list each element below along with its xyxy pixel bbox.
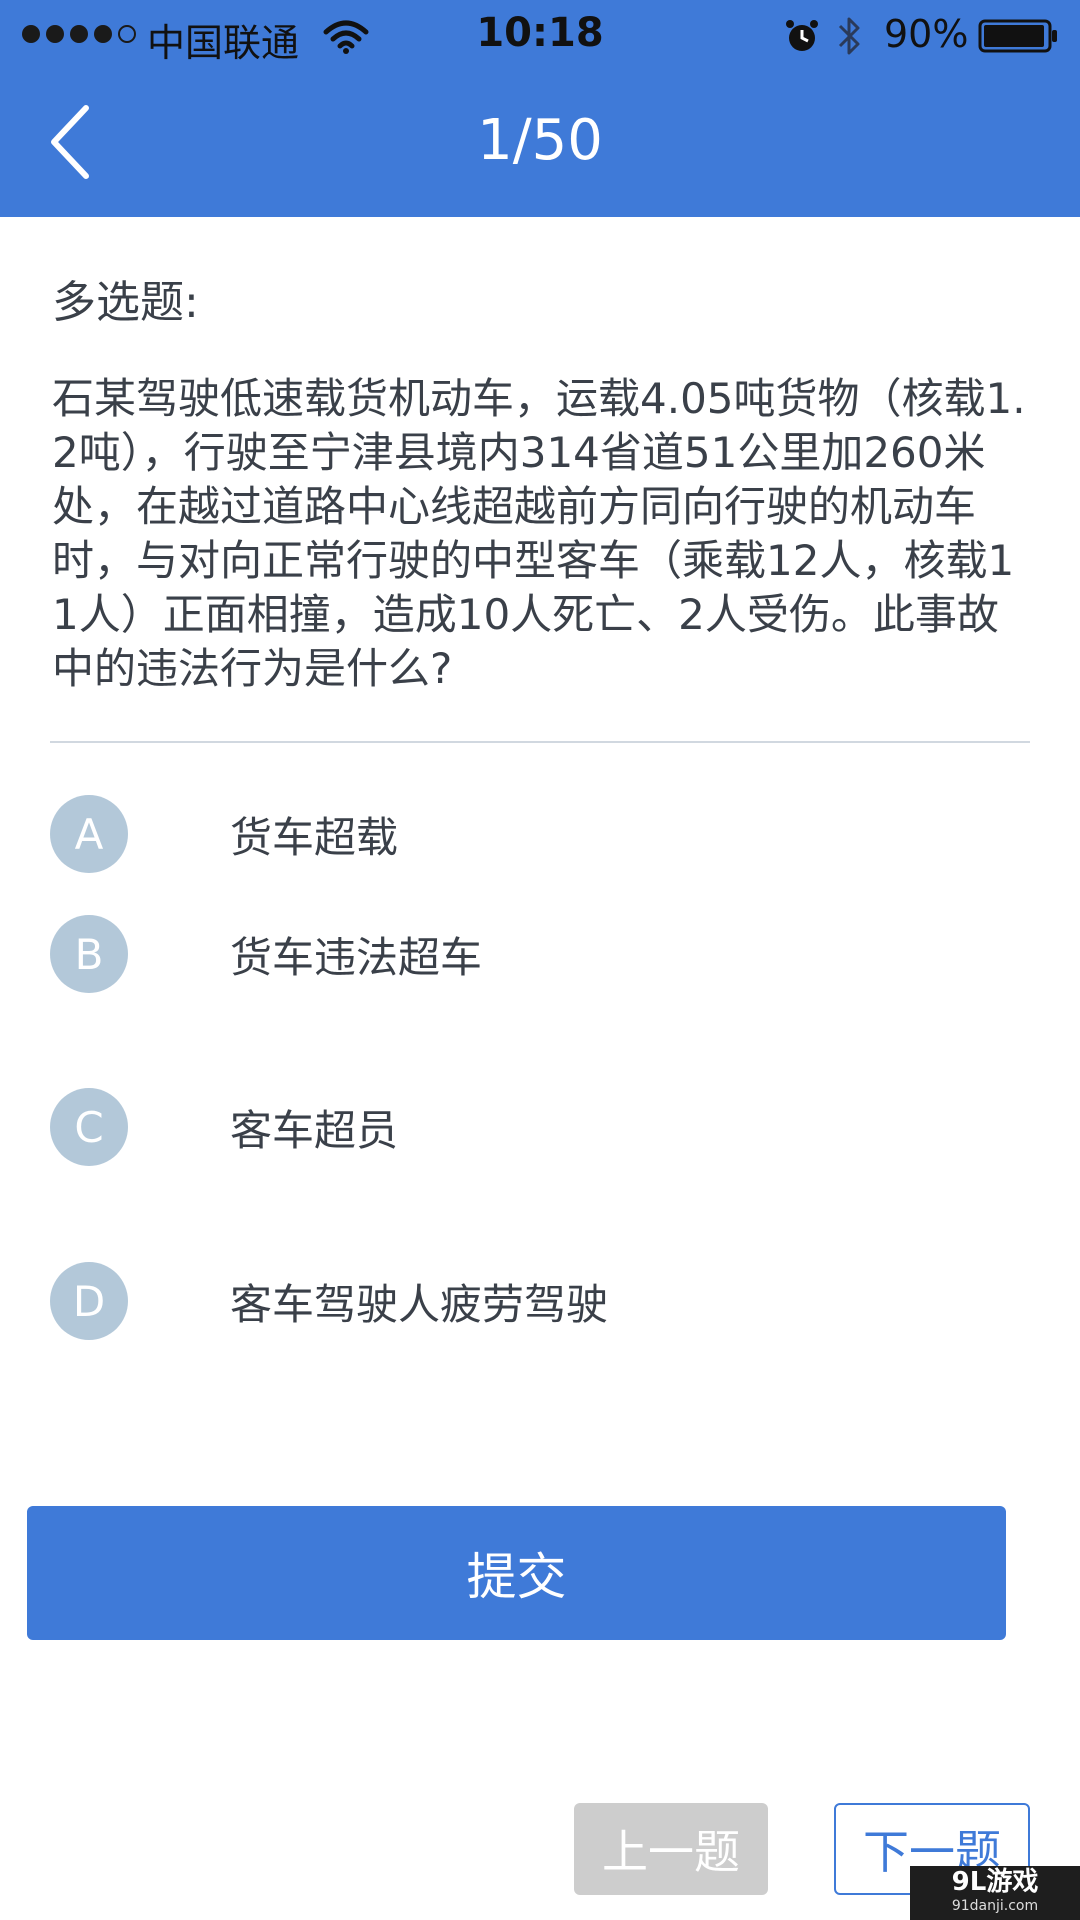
- option-d-badge: D: [50, 1262, 128, 1340]
- option-a[interactable]: A 货车超载: [50, 794, 1030, 874]
- watermark-main-text: 9L游戏: [951, 1867, 1039, 1897]
- question-type-label: 多选题:: [52, 277, 199, 328]
- divider: [50, 741, 1030, 743]
- option-d-label: 客车驾驶人疲劳驾驶: [230, 1279, 609, 1329]
- watermark-logo: 9L游戏 91danji.com: [910, 1866, 1080, 1920]
- question-text: 石某驾驶低速载货机动车，运载4.05吨货物（核载1.2吨），行驶至宁津县境内31…: [52, 374, 1026, 693]
- submit-button[interactable]: 提交: [27, 1506, 1006, 1640]
- question-counter: 1/50: [477, 108, 603, 173]
- option-b-badge: B: [50, 915, 128, 993]
- option-b-label: 货车违法超车: [230, 932, 483, 982]
- option-a-label: 货车超载: [230, 812, 399, 862]
- option-a-badge: A: [50, 795, 128, 873]
- battery-percentage: 90%: [884, 12, 969, 56]
- bluetooth-icon: [838, 17, 860, 55]
- option-c[interactable]: C 客车超员: [50, 1087, 1030, 1167]
- option-d[interactable]: D 客车驾驶人疲劳驾驶: [50, 1261, 1030, 1341]
- previous-question-button: 上一题: [574, 1803, 768, 1895]
- battery-icon: [978, 19, 1057, 53]
- option-b[interactable]: B 货车违法超车: [50, 914, 1030, 994]
- watermark-sub-text: 91danji.com: [951, 1898, 1039, 1914]
- option-c-badge: C: [50, 1088, 128, 1166]
- status-bar: 中国联通 10:18 90%: [0, 0, 1080, 72]
- alarm-icon: [786, 20, 818, 51]
- nav-bar: 1/50: [0, 72, 1080, 217]
- option-c-label: 客车超员: [230, 1105, 399, 1155]
- app-header: 中国联通 10:18 90% 1/50: [0, 0, 1080, 217]
